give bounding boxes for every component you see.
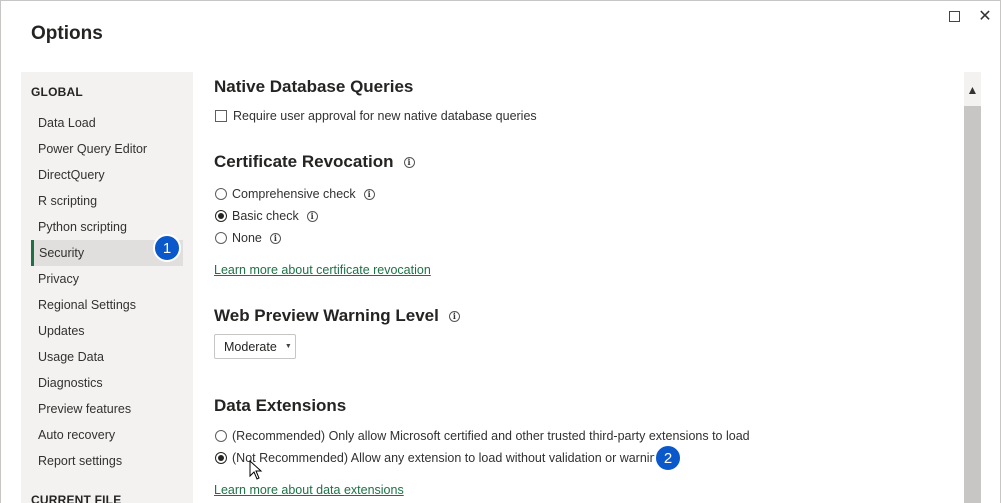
radio-button[interactable] xyxy=(215,232,227,244)
sidebar-item-power-query-editor[interactable]: Power Query Editor xyxy=(31,136,183,162)
radio-label: (Not Recommended) Allow any extension to… xyxy=(232,451,664,465)
maximize-icon[interactable] xyxy=(945,7,963,25)
radio-recommended-extensions[interactable]: (Recommended) Only allow Microsoft certi… xyxy=(215,429,750,443)
info-icon[interactable]: i xyxy=(306,210,318,222)
mouse-cursor-icon xyxy=(249,460,263,480)
native-queries-approval-row[interactable]: Require user approval for new native dat… xyxy=(215,109,537,123)
sidebar-item-directquery[interactable]: DirectQuery xyxy=(31,162,183,188)
callout-badge-2: 2 xyxy=(654,444,682,472)
sidebar-item-diagnostics[interactable]: Diagnostics xyxy=(31,370,183,396)
sidebar-item-data-load[interactable]: Data Load xyxy=(31,110,183,136)
info-icon[interactable]: i xyxy=(363,188,375,200)
radio-button[interactable] xyxy=(215,188,227,200)
radio-button[interactable] xyxy=(215,452,227,464)
security-settings-panel: Native Database Queries Require user app… xyxy=(213,72,953,503)
sidebar-item-privacy[interactable]: Privacy xyxy=(31,266,183,292)
content-scrollbar[interactable]: ▲ xyxy=(964,72,981,503)
sidebar-item-r-scripting[interactable]: R scripting xyxy=(31,188,183,214)
web-preview-level-dropdown[interactable]: Moderate ▼ xyxy=(214,334,296,359)
current-file-heading: CURRENT FILE xyxy=(31,493,122,503)
sidebar-item-preview-features[interactable]: Preview features xyxy=(31,396,183,422)
data-extensions-learn-more-link[interactable]: Learn more about data extensions xyxy=(214,483,404,497)
sidebar-item-regional-settings[interactable]: Regional Settings xyxy=(31,292,183,318)
radio-label: (Recommended) Only allow Microsoft certi… xyxy=(232,429,750,443)
sidebar-item-updates[interactable]: Updates xyxy=(31,318,183,344)
global-heading: GLOBAL xyxy=(31,85,83,99)
cert-revocation-title: Certificate Revocation i xyxy=(214,152,415,172)
web-preview-title: Web Preview Warning Level i xyxy=(214,306,460,326)
info-icon[interactable]: i xyxy=(448,310,460,322)
radio-label: None xyxy=(232,231,262,245)
chevron-down-icon: ▼ xyxy=(284,343,292,350)
native-queries-title: Native Database Queries xyxy=(214,77,414,96)
native-queries-approval-checkbox[interactable] xyxy=(215,110,227,122)
radio-not-recommended-extensions[interactable]: (Not Recommended) Allow any extension to… xyxy=(215,451,663,465)
radio-comprehensive-check[interactable]: Comprehensive check i xyxy=(215,187,375,201)
radio-button[interactable] xyxy=(215,430,227,442)
close-icon[interactable]: ✕ xyxy=(976,7,994,25)
radio-none[interactable]: None i xyxy=(215,231,281,245)
native-queries-approval-label: Require user approval for new native dat… xyxy=(233,109,537,123)
sidebar-item-report-settings[interactable]: Report settings xyxy=(31,448,183,474)
dropdown-value: Moderate xyxy=(224,339,277,354)
options-dialog: ✕ Options GLOBAL Data Load Power Query E… xyxy=(0,0,1001,503)
sidebar-item-auto-recovery[interactable]: Auto recovery xyxy=(31,422,183,448)
scroll-up-icon[interactable]: ▲ xyxy=(964,82,981,98)
radio-basic-check[interactable]: Basic check i xyxy=(215,209,318,223)
scroll-thumb[interactable] xyxy=(964,106,981,503)
options-sidebar: GLOBAL Data Load Power Query Editor Dire… xyxy=(21,72,193,503)
radio-label: Basic check xyxy=(232,209,299,223)
cert-revocation-learn-more-link[interactable]: Learn more about certificate revocation xyxy=(214,263,431,277)
info-icon[interactable]: i xyxy=(269,232,281,244)
radio-button[interactable] xyxy=(215,210,227,222)
sidebar-item-usage-data[interactable]: Usage Data xyxy=(31,344,183,370)
dialog-title: Options xyxy=(31,23,103,44)
data-extensions-title: Data Extensions xyxy=(214,396,347,415)
info-icon[interactable]: i xyxy=(403,156,415,168)
callout-badge-1: 1 xyxy=(153,234,181,262)
radio-label: Comprehensive check xyxy=(232,187,356,201)
